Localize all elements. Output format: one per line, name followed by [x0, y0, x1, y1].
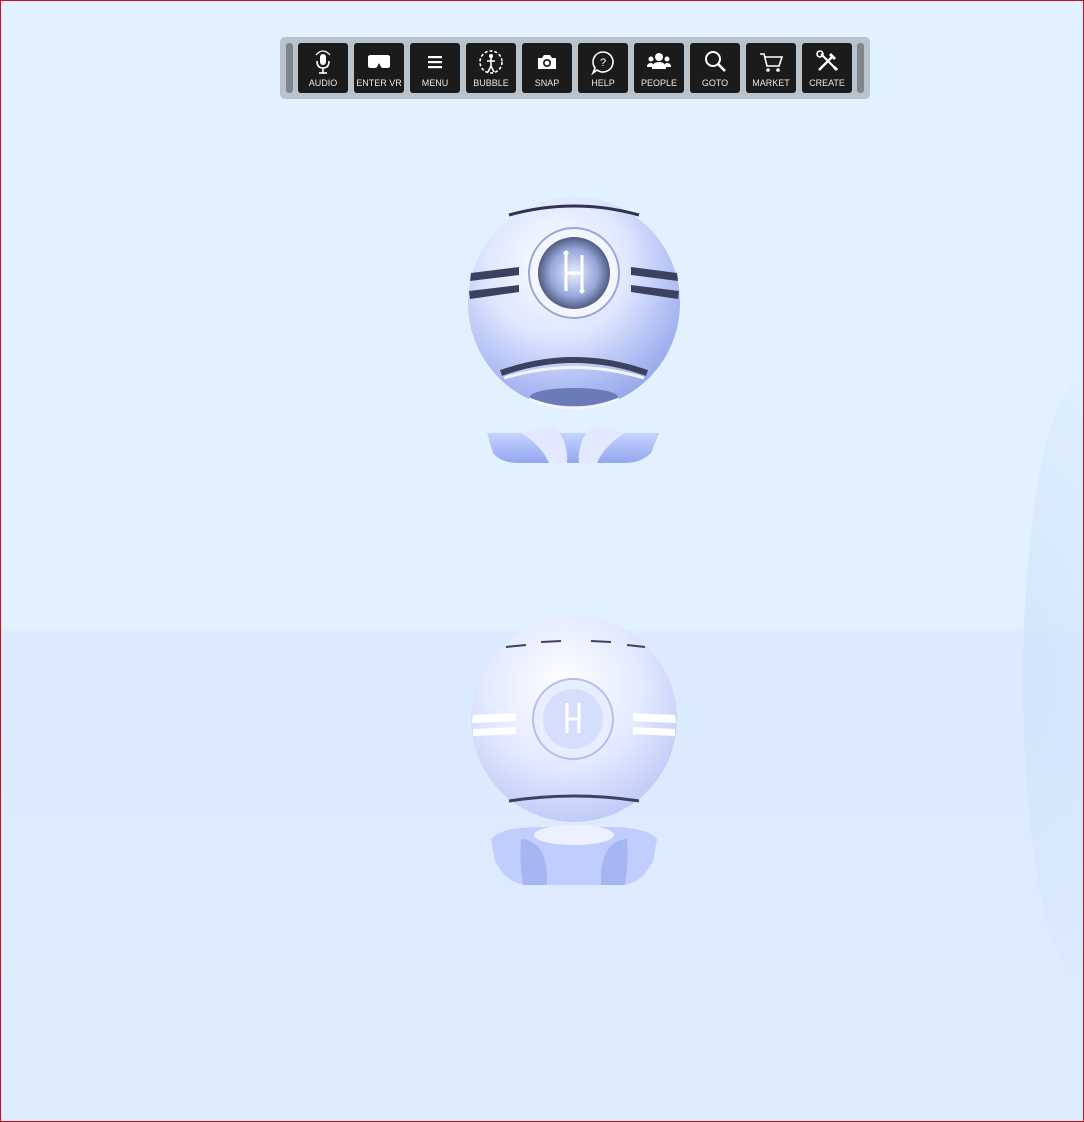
robot-avatar-reflection[interactable]	[471, 616, 677, 885]
create-label: CREATE	[809, 78, 845, 88]
menu-label: MENU	[421, 78, 449, 88]
enter-vr-button[interactable]: ENTER VR	[354, 43, 404, 93]
toolbar: AUDIO ENTER VR MENU BUBBLE SNAP ? HELP P…	[280, 37, 870, 99]
people-button[interactable]: PEOPLE	[634, 43, 684, 93]
goto-label: GOTO	[701, 78, 729, 88]
help-label: HELP	[591, 78, 615, 88]
people-label: PEOPLE	[640, 78, 678, 88]
help-button[interactable]: ? HELP	[578, 43, 628, 93]
bubble-icon	[476, 48, 506, 76]
toolbar-drag-handle-right[interactable]	[857, 43, 864, 93]
audio-label: AUDIO	[308, 78, 338, 88]
menu-button[interactable]: MENU	[410, 43, 460, 93]
create-button[interactable]: CREATE	[802, 43, 852, 93]
cart-icon	[756, 48, 786, 76]
bubble-button[interactable]: BUBBLE	[466, 43, 516, 93]
robot-avatar[interactable]	[468, 197, 680, 463]
avatar-logo-dot	[563, 250, 569, 256]
audio-button[interactable]: AUDIO	[298, 43, 348, 93]
search-icon	[700, 48, 730, 76]
market-label: MARKET	[752, 78, 790, 88]
hamburger-menu-icon	[420, 48, 450, 76]
goto-button[interactable]: GOTO	[690, 43, 740, 93]
avatar-base	[487, 433, 659, 463]
market-button[interactable]: MARKET	[746, 43, 796, 93]
svg-text:?: ?	[600, 57, 606, 69]
enter-vr-label: ENTER VR	[356, 78, 402, 88]
help-icon: ?	[588, 48, 618, 76]
snap-label: SNAP	[534, 78, 560, 88]
3d-scene[interactable]	[1, 1, 1083, 1121]
people-icon	[644, 48, 674, 76]
toolbar-drag-handle-left[interactable]	[286, 43, 293, 93]
avatar-logo-dot	[579, 288, 585, 294]
app-viewport[interactable]: AUDIO ENTER VR MENU BUBBLE SNAP ? HELP P…	[0, 0, 1084, 1122]
create-tools-icon	[812, 48, 842, 76]
bubble-label: BUBBLE	[473, 78, 509, 88]
reflection-base-opening	[534, 825, 614, 845]
microphone-icon	[308, 48, 338, 76]
camera-icon	[532, 48, 562, 76]
snap-button[interactable]: SNAP	[522, 43, 572, 93]
vr-headset-icon	[364, 48, 394, 76]
